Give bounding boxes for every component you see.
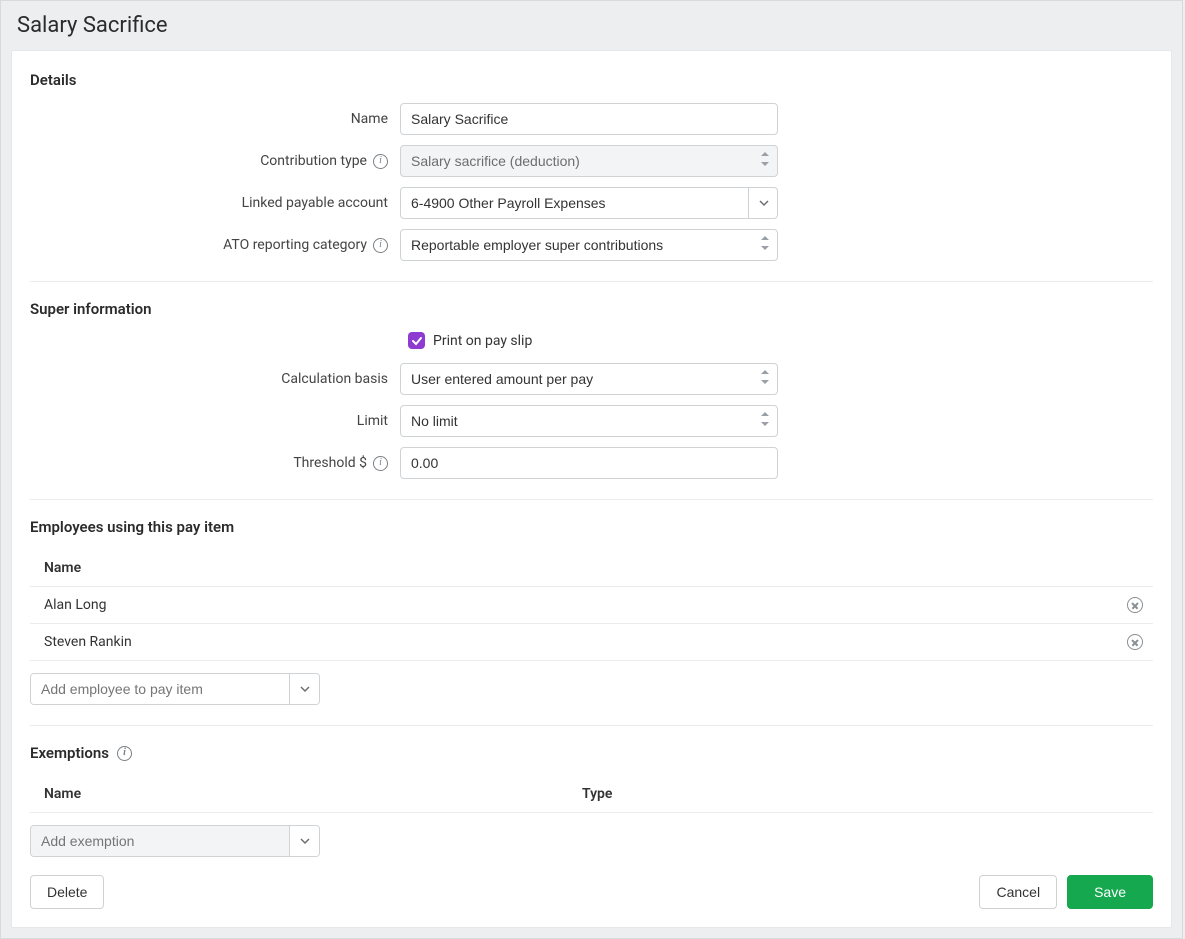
- employee-name: Alan Long: [34, 597, 1121, 613]
- divider: [30, 725, 1153, 726]
- exemptions-header: Name Type: [30, 776, 1153, 813]
- divider: [30, 281, 1153, 282]
- section-title-exemptions: Exemptions i: [30, 744, 1153, 762]
- save-button[interactable]: Save: [1067, 875, 1153, 909]
- check-icon: [411, 335, 423, 347]
- chevron-down-icon: [289, 674, 319, 704]
- add-employee-input[interactable]: [31, 674, 289, 704]
- section-title-details: Details: [30, 71, 1153, 89]
- info-icon[interactable]: i: [373, 456, 388, 471]
- employee-row: Steven Rankin: [30, 624, 1153, 661]
- label-calc-basis: Calculation basis: [30, 371, 400, 387]
- info-icon[interactable]: i: [373, 154, 388, 169]
- section-title-super: Super information: [30, 300, 1153, 318]
- label-contribution-type: Contribution type: [260, 153, 367, 169]
- divider: [30, 499, 1153, 500]
- limit-select[interactable]: [400, 405, 778, 437]
- col-header-type: Type: [582, 786, 1149, 802]
- row-calc-basis: Calculation basis: [30, 363, 1153, 395]
- row-ato-category: ATO reporting category i: [30, 229, 1153, 261]
- row-limit: Limit: [30, 405, 1153, 437]
- employees-header: Name: [30, 550, 1153, 587]
- info-icon[interactable]: i: [373, 238, 388, 253]
- label-linked-account: Linked payable account: [30, 195, 400, 211]
- cancel-button[interactable]: Cancel: [979, 875, 1057, 909]
- employee-row: Alan Long: [30, 587, 1153, 624]
- close-icon: [1127, 634, 1143, 650]
- page-title: Salary Sacrifice: [1, 1, 1182, 50]
- add-exemption-combo[interactable]: [30, 825, 320, 857]
- label-name: Name: [30, 111, 400, 127]
- row-name: Name: [30, 103, 1153, 135]
- row-contribution-type: Contribution type i: [30, 145, 1153, 177]
- col-header-name: Name: [34, 560, 1121, 576]
- employee-name: Steven Rankin: [34, 634, 1121, 650]
- label-limit: Limit: [30, 413, 400, 429]
- name-input[interactable]: [400, 103, 778, 135]
- remove-employee-button[interactable]: [1121, 597, 1149, 613]
- label-print-on-payslip: Print on pay slip: [433, 333, 532, 349]
- ato-category-select[interactable]: [400, 229, 778, 261]
- row-threshold: Threshold $ i: [30, 447, 1153, 479]
- info-icon[interactable]: i: [117, 746, 132, 761]
- threshold-input[interactable]: [400, 447, 778, 479]
- form-card: Details Name Contribution type i Linked …: [11, 50, 1172, 928]
- remove-employee-button[interactable]: [1121, 634, 1149, 650]
- footer-bar: Delete Cancel Save: [30, 875, 1153, 909]
- col-header-name: Name: [34, 786, 582, 802]
- linked-account-select[interactable]: [400, 187, 778, 219]
- print-on-payslip-checkbox[interactable]: [408, 332, 425, 349]
- calc-basis-select[interactable]: [400, 363, 778, 395]
- close-icon: [1127, 597, 1143, 613]
- employees-table: Name Alan Long Steven Rankin: [30, 550, 1153, 661]
- label-ato-category: ATO reporting category: [223, 237, 367, 253]
- add-exemption-input[interactable]: [31, 826, 289, 856]
- label-threshold: Threshold $: [293, 455, 367, 471]
- row-print-on-payslip: Print on pay slip: [408, 332, 1153, 349]
- contribution-type-select: [400, 145, 778, 177]
- exemptions-title-text: Exemptions: [30, 744, 109, 762]
- add-employee-combo[interactable]: [30, 673, 320, 705]
- chevron-down-icon: [289, 826, 319, 856]
- page-container: Salary Sacrifice Details Name Contributi…: [0, 0, 1183, 939]
- row-linked-account: Linked payable account: [30, 187, 1153, 219]
- delete-button[interactable]: Delete: [30, 875, 104, 909]
- section-title-employees: Employees using this pay item: [30, 518, 1153, 536]
